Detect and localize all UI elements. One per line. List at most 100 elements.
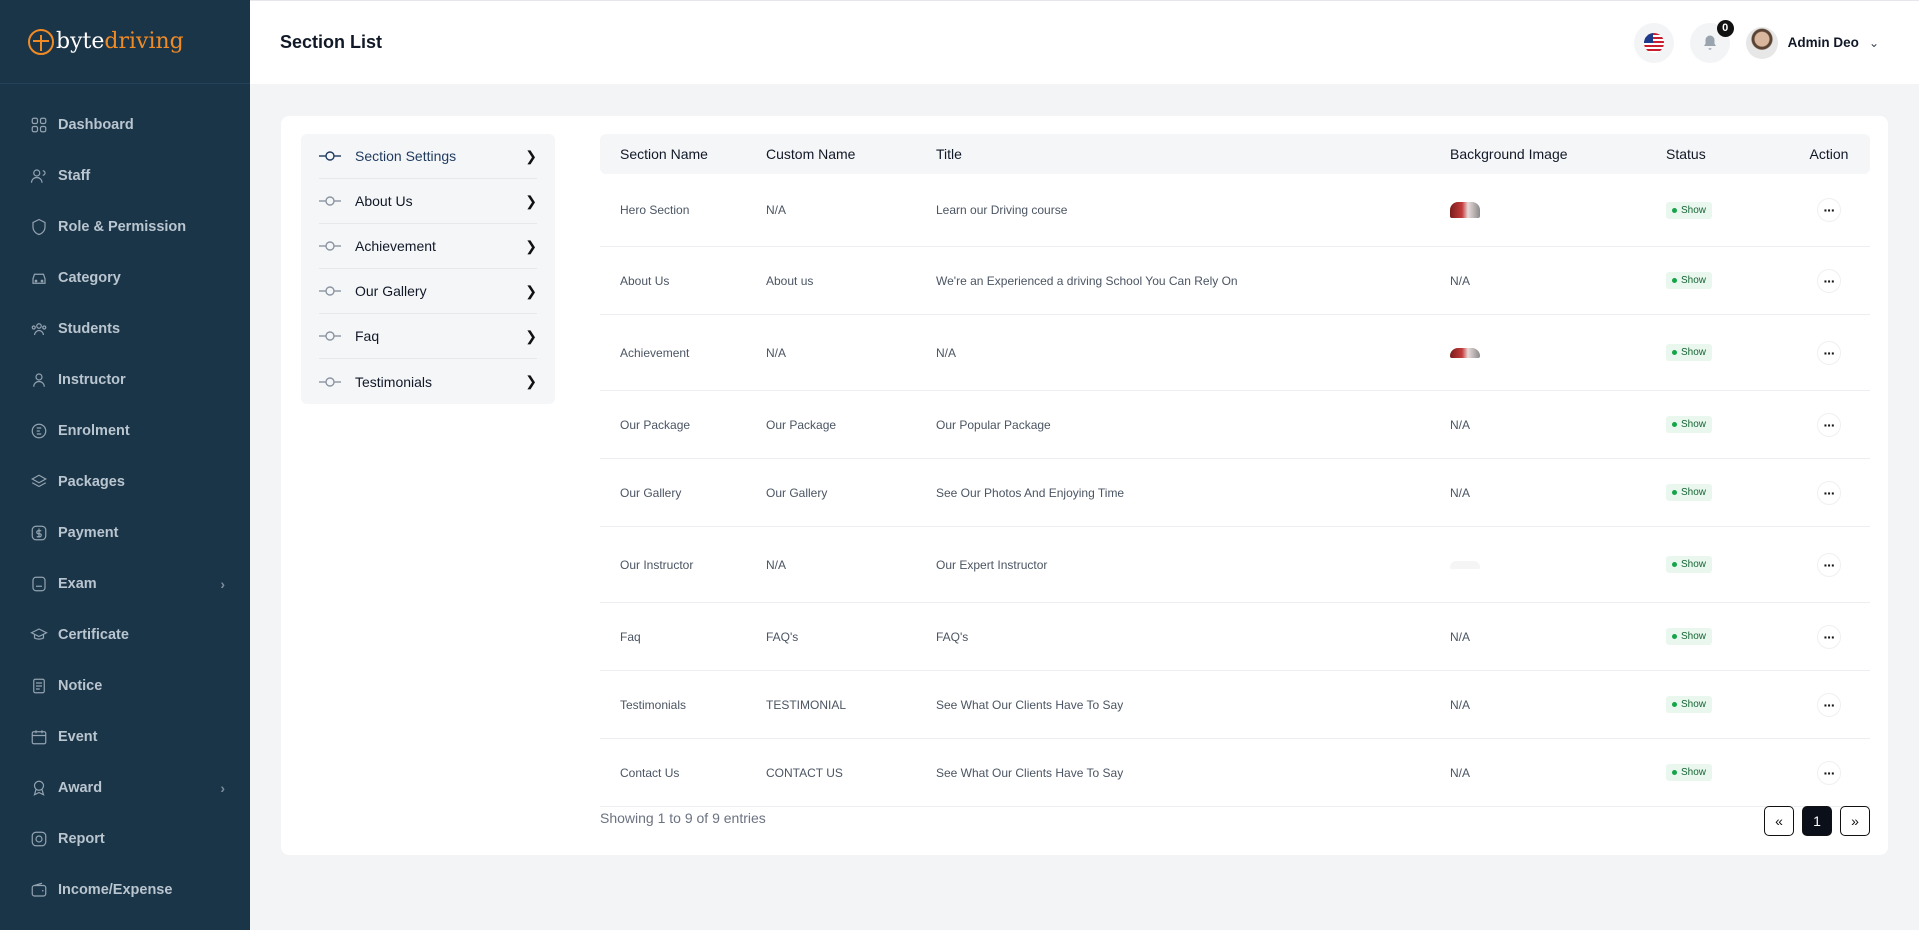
more-actions-icon[interactable]: ··· <box>1818 341 1840 364</box>
car-icon <box>30 269 48 287</box>
sidebar-item-award[interactable]: Award › <box>0 762 250 813</box>
sidebar-item-report[interactable]: Report <box>0 813 250 864</box>
section-menu-label: Our Gallery <box>355 283 427 299</box>
more-actions-icon[interactable]: ··· <box>1818 761 1840 784</box>
next-page-button[interactable]: » <box>1840 806 1870 836</box>
table-row: About Us About us We're an Experienced a d… <box>600 247 1870 315</box>
cell-background-image <box>1450 347 1666 358</box>
sidebar-item-exam[interactable]: Exam › <box>0 558 250 609</box>
cell-custom-name: N/A <box>766 557 787 572</box>
sidebar-item-enrolment[interactable]: Enrolment <box>0 405 250 456</box>
user-name[interactable]: Admin Deo <box>1788 35 1859 50</box>
layers-icon <box>30 473 48 491</box>
sidebar-item-label: Staff <box>58 167 91 184</box>
sidebar-item-label: Exam <box>58 575 97 592</box>
sidebar-item-role-permission[interactable]: Role & Permission <box>0 201 250 252</box>
cell-custom-name: FAQ's <box>766 629 799 644</box>
section-menu-label: Faq <box>355 328 380 344</box>
chevron-down-icon[interactable]: ⌄ <box>1869 36 1879 50</box>
cell-status: Show <box>1666 696 1788 713</box>
notification-count-badge: 0 <box>1716 19 1734 37</box>
cell-title: Learn our Driving course <box>936 203 1068 217</box>
background-image-value: N/A <box>1450 417 1471 432</box>
col-title: Title <box>936 146 962 162</box>
more-actions-icon[interactable]: ··· <box>1818 199 1840 221</box>
chevron-right-icon: ❯ <box>525 192 537 209</box>
table-row: Contact Us CONTACT US See What Our Clients… <box>600 739 1870 807</box>
sidebar-item-packages[interactable]: Packages <box>0 456 250 507</box>
sidebar: bytedriving Dashboard Staff Role & Permiss… <box>0 0 250 930</box>
cell-section-name: Faq <box>620 629 641 644</box>
sidebar-item-notice[interactable]: Notice <box>0 660 250 711</box>
section-menu-item-about-us[interactable]: About Us ❯ <box>319 179 537 224</box>
language-button[interactable] <box>1633 22 1674 63</box>
sidebar-item-certificate[interactable]: Certificate <box>0 609 250 660</box>
section-card: Section Settings ❯ About Us ❯ Achievement ❯ Ou… <box>281 116 1888 855</box>
page-1-button[interactable]: 1 <box>1802 806 1832 836</box>
cell-background-image <box>1450 202 1666 218</box>
sidebar-item-label: Role & Permission <box>58 218 187 235</box>
section-table: Section Name Custom Name Title Backgroun… <box>600 134 1870 807</box>
section-menu-item-achievement[interactable]: Achievement ❯ <box>319 224 537 269</box>
cell-custom-name: Our Package <box>766 417 837 432</box>
table-header: Section Name Custom Name Title Backgroun… <box>600 134 1870 174</box>
sidebar-item-label: Packages <box>58 473 125 490</box>
more-actions-icon[interactable]: ··· <box>1818 625 1840 648</box>
top-header: Section List 0 Admin Deo ⌄ <box>250 0 1919 84</box>
cell-section-name: Our Gallery <box>620 485 682 500</box>
more-actions-icon[interactable]: ··· <box>1818 693 1840 716</box>
section-menu-item-faq[interactable]: Faq ❯ <box>319 314 537 359</box>
more-actions-icon[interactable]: ··· <box>1818 413 1840 436</box>
background-thumbnail[interactable] <box>1450 202 1480 218</box>
sidebar-item-staff[interactable]: Staff <box>0 150 250 201</box>
cell-section-name: Our Instructor <box>620 557 694 572</box>
cell-title: See What Our Clients Have To Say <box>936 765 1124 780</box>
cell-status: Show <box>1666 416 1788 433</box>
status-badge: Show <box>1666 272 1713 289</box>
cell-status: Show <box>1666 344 1788 361</box>
notification-button[interactable]: 0 <box>1689 19 1734 63</box>
background-thumbnail[interactable] <box>1450 560 1480 569</box>
sidebar-item-label: Payment <box>58 524 119 541</box>
section-menu-item-section-settings[interactable]: Section Settings ❯ <box>319 134 537 179</box>
sidebar-item-instructor[interactable]: Instructor <box>0 354 250 405</box>
cell-section-name: Hero Section <box>620 203 690 217</box>
prev-page-button[interactable]: « <box>1764 806 1794 836</box>
more-actions-icon[interactable]: ··· <box>1818 481 1840 504</box>
cell-section-name: Contact Us <box>620 765 680 780</box>
cell-background-image <box>1450 560 1666 569</box>
section-menu-item-testimonials[interactable]: Testimonials ❯ <box>319 359 537 404</box>
cell-status: Show <box>1666 764 1788 781</box>
sidebar-item-event[interactable]: Event <box>0 711 250 762</box>
sidebar-item-income-expense[interactable]: Income/Expense <box>0 864 250 915</box>
background-thumbnail[interactable] <box>1450 347 1480 358</box>
cell-custom-name: N/A <box>766 203 787 217</box>
col-action: Action <box>1809 146 1849 162</box>
cell-action: ··· <box>1788 481 1870 504</box>
status-badge: Show <box>1666 628 1713 645</box>
background-image-value: N/A <box>1450 485 1471 500</box>
us-flag-icon <box>1643 32 1664 53</box>
cell-section-name: Achievement <box>620 345 690 360</box>
chevron-right-icon: ❯ <box>525 327 537 344</box>
sidebar-item-category[interactable]: Category <box>0 252 250 303</box>
more-actions-icon[interactable]: ··· <box>1818 553 1840 576</box>
table-row: Achievement N/A N/A Show ··· <box>600 315 1870 391</box>
sidebar-item-students[interactable]: Students <box>0 303 250 354</box>
sidebar-item-dashboard[interactable]: Dashboard <box>0 99 250 150</box>
award-icon <box>30 779 48 797</box>
chevron-right-icon: ❯ <box>525 373 537 389</box>
more-actions-icon[interactable]: ··· <box>1818 269 1840 292</box>
table-row: Faq FAQ's FAQ's N/A Show ··· <box>600 603 1870 671</box>
brand-logo[interactable]: bytedriving <box>0 0 250 84</box>
pagination: « 1 » <box>1756 806 1870 836</box>
report-icon <box>30 830 48 848</box>
cell-status: Show <box>1666 201 1788 219</box>
cell-action: ··· <box>1788 269 1870 292</box>
cell-action: ··· <box>1788 553 1870 576</box>
cell-custom-name: CONTACT US <box>766 765 843 780</box>
section-menu-item-our-gallery[interactable]: Our Gallery ❯ <box>319 269 537 314</box>
sidebar-item-payment[interactable]: Payment <box>0 507 250 558</box>
avatar[interactable] <box>1745 26 1778 59</box>
table-body: Hero Section N/A Learn our Driving course S… <box>600 174 1870 807</box>
